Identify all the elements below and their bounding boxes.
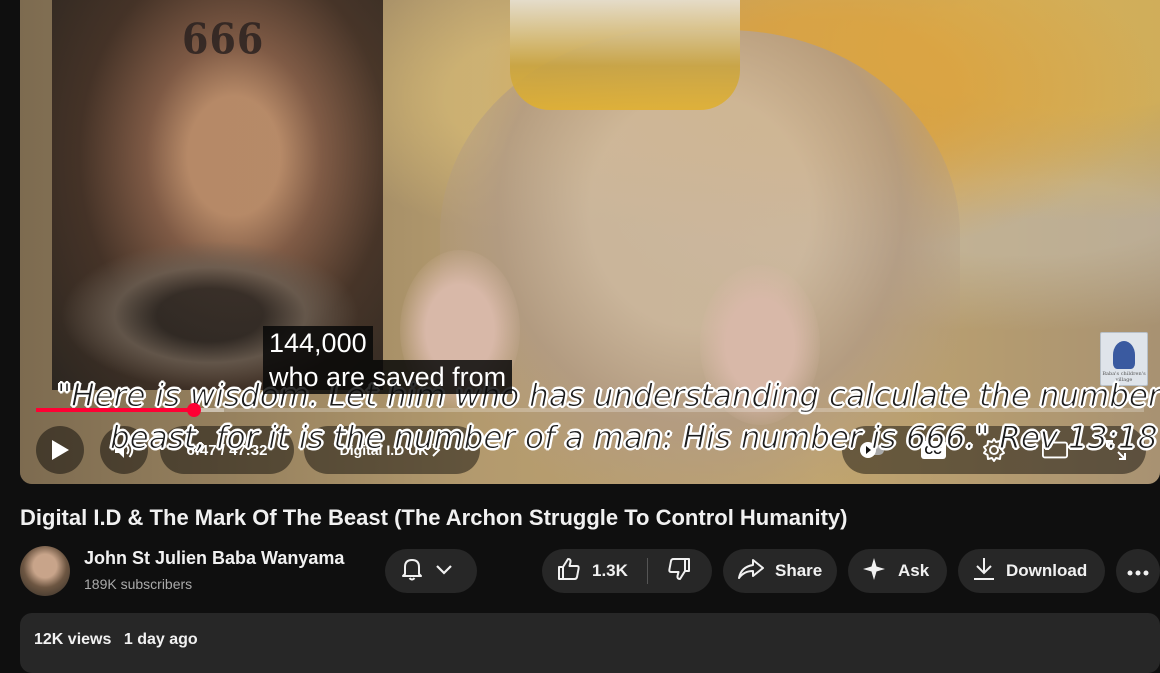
video-player[interactable]: 666 Baba's children's village "Here is w… bbox=[20, 0, 1160, 484]
view-stats: 12K views 1 day ago bbox=[34, 631, 198, 649]
like-button[interactable]: 1.3K bbox=[542, 549, 647, 593]
channel-name[interactable]: John St Julien Baba Wanyama bbox=[84, 548, 344, 569]
burned-in-verse-line-2: beast, for it is the number of a man: Hi… bbox=[109, 420, 1158, 457]
video-title: Digital I.D & The Mark Of The Beast (The… bbox=[20, 505, 848, 530]
thumbs-up-icon bbox=[556, 556, 582, 587]
sparkle-icon bbox=[862, 557, 886, 586]
chevron-down-icon bbox=[435, 561, 453, 581]
view-count: 12K views bbox=[34, 631, 112, 648]
video-frame-hat bbox=[510, 0, 740, 110]
more-icon bbox=[1127, 561, 1149, 581]
progress-bar[interactable] bbox=[36, 403, 1144, 417]
ask-button[interactable]: Ask bbox=[848, 549, 947, 593]
like-dislike-group: 1.3K bbox=[542, 549, 712, 593]
download-icon bbox=[972, 556, 996, 587]
caption-line-1: 144,000 bbox=[263, 326, 373, 360]
progress-played bbox=[36, 408, 195, 412]
thumbs-down-icon bbox=[666, 556, 692, 587]
download-label: Download bbox=[1006, 561, 1088, 580]
channel-avatar[interactable] bbox=[20, 546, 70, 596]
description-box[interactable]: 12K views 1 day ago bbox=[20, 613, 1160, 673]
play-button[interactable] bbox=[36, 426, 84, 474]
subscriber-count: 189K subscribers bbox=[84, 576, 193, 592]
share-icon bbox=[737, 557, 765, 586]
play-icon bbox=[47, 437, 73, 463]
ask-label: Ask bbox=[898, 561, 930, 580]
video-frame-666-text: 666 bbox=[182, 13, 265, 64]
share-label: Share bbox=[775, 561, 823, 580]
notification-bell-button[interactable] bbox=[385, 549, 477, 593]
upload-age: 1 day ago bbox=[123, 631, 198, 648]
share-button[interactable]: Share bbox=[723, 549, 837, 593]
more-actions-button[interactable] bbox=[1116, 549, 1160, 593]
like-count: 1.3K bbox=[592, 561, 628, 580]
dislike-button[interactable] bbox=[648, 549, 710, 593]
download-button[interactable]: Download bbox=[958, 549, 1105, 593]
caption-line-2: who are saved from bbox=[263, 360, 513, 394]
bell-icon bbox=[399, 556, 425, 587]
